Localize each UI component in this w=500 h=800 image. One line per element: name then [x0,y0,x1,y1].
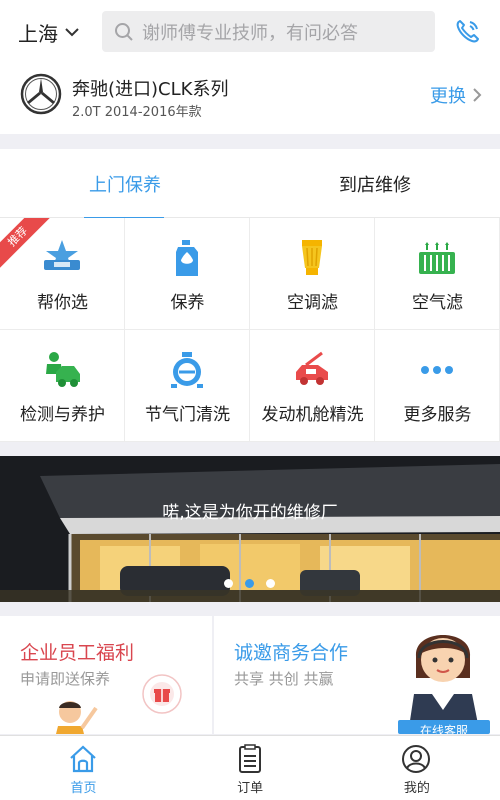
nav-home[interactable]: 首页 [0,736,167,800]
engine-bay-icon [296,351,328,385]
order-icon [238,744,261,773]
profile-icon [402,745,431,773]
business-cooperation-card[interactable]: 诚邀商务合作 共享 共创 共赢 在线客服 [214,616,500,734]
service-label: 空调滤 [287,293,338,313]
service-tabs: 上门保养 到店维修 [0,149,500,219]
service-maintenance[interactable]: 保养 [125,218,250,330]
throttle-icon [171,352,203,388]
service-label: 节气门清洗 [145,405,230,425]
nav-orders[interactable]: 订单 [167,736,334,800]
service-air-filter[interactable]: 空气滤 [375,218,500,330]
mercedes-logo-icon [20,73,62,115]
search-input[interactable]: 谢师傅专业技师，有问必答 [102,11,435,52]
carousel-dot[interactable] [224,579,233,588]
promo-title: 诚邀商务合作 [234,642,349,664]
more-dots-icon [421,366,453,374]
search-placeholder: 谢师傅专业技师，有问必答 [142,22,358,44]
nav-label: 首页 [70,781,97,796]
tab-home-maintenance[interactable]: 上门保养 [0,149,250,219]
top-bar: 上海 谢师傅专业技师，有问必答 [0,0,500,64]
nav-label: 订单 [237,781,264,796]
service-label: 发动机舱精洗 [261,405,364,425]
phone-icon[interactable] [454,17,482,45]
service-inspection[interactable]: 检测与养护 [0,330,125,442]
chevron-down-icon [65,28,79,37]
service-throttle-clean[interactable]: 节气门清洗 [125,330,250,442]
service-engine-bay-wash[interactable]: 发动机舱精洗 [250,330,375,442]
vehicle-row[interactable]: 奔驰(进口)CLK系列 2.0T 2014-2016年款 更换 [0,64,500,134]
air-filter-icon [419,242,455,274]
promo-title: 企业员工福利 [20,642,135,664]
service-label: 帮你选 [37,293,88,313]
bottom-nav: 首页 订单 我的 [0,735,500,800]
tab-shop-repair[interactable]: 到店维修 [250,149,500,218]
service-label: 空气滤 [412,293,463,313]
banner-caption: 喏,这是为你开的维修厂 [162,503,338,523]
service-label: 更多服务 [403,405,472,425]
vehicle-name: 奔驰(进口)CLK系列 [72,79,229,100]
city-selector[interactable]: 上海 [18,18,98,47]
promo-subtitle: 共享 共创 共赢 [234,670,334,688]
nav-label: 我的 [403,781,430,796]
service-more[interactable]: 更多服务 [375,330,500,442]
star-badge-icon [44,240,80,270]
change-label: 更换 [430,86,466,107]
nav-profile[interactable]: 我的 [333,736,500,800]
service-ac-filter[interactable]: 空调滤 [250,218,375,330]
service-grid: 帮你选 保养 空调滤 空气滤 检测与养护 节气门清洗 发动机舱精洗 更多服务 推… [0,218,500,442]
ac-filter-icon [302,240,322,275]
gift-icon [142,674,182,714]
carousel-dot[interactable] [266,579,275,588]
car-inspection-icon [46,352,80,387]
service-label: 保养 [170,293,205,313]
online-service-badge[interactable]: 在线客服 [398,722,490,734]
employee-benefits-card[interactable]: 企业员工福利 申请即送保养 [0,616,212,734]
vehicle-model: 2.0T 2014-2016年款 [72,105,202,120]
service-label: 检测与养护 [20,405,105,425]
search-icon [115,22,133,41]
chevron-right-icon [473,88,482,102]
carousel-dot-active[interactable] [245,579,254,588]
customer-service-illustration [398,635,490,734]
promo-subtitle: 申请即送保养 [20,670,111,688]
oil-bottle-icon [176,240,198,276]
businessman-illustration [56,701,98,734]
home-icon [70,745,96,773]
city-name: 上海 [18,21,58,46]
change-vehicle-button[interactable]: 更换 [430,82,482,108]
